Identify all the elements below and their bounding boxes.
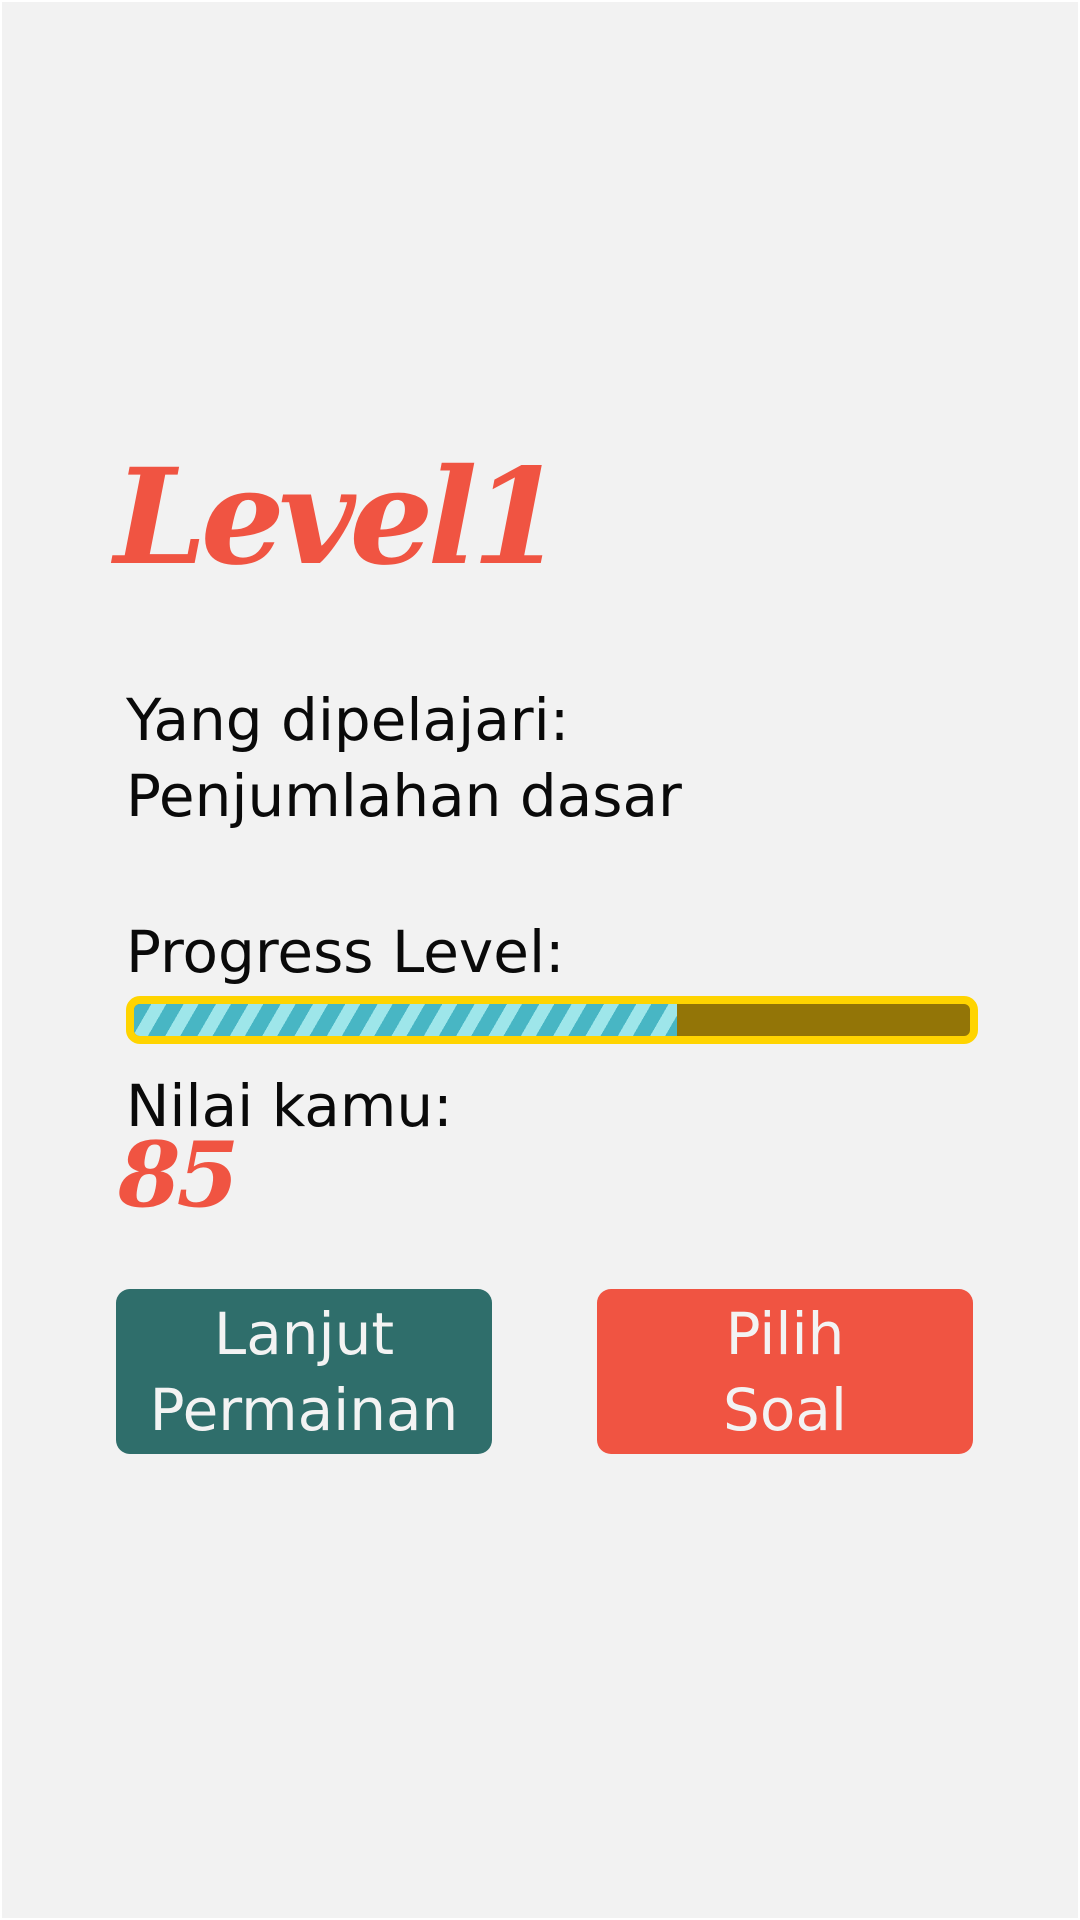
choose-button-line-2: Soal [723, 1375, 847, 1444]
learned-label: Yang dipelajari: [126, 686, 570, 754]
continue-button-line-1: Lanjut [213, 1299, 395, 1368]
level-progress-bar [126, 996, 978, 1044]
learned-value: Penjumlahan dasar [126, 762, 682, 830]
choose-button-line-1: Pilih [725, 1299, 845, 1368]
progress-label: Progress Level: [126, 918, 565, 986]
level-title: Level1 [114, 440, 563, 595]
score-value: 85 [118, 1122, 239, 1228]
level-summary-screen: Level1 Yang dipelajari: Penjumlahan dasa… [0, 0, 1080, 1920]
continue-game-button[interactable]: Lanjut Permainan [116, 1289, 492, 1454]
continue-button-line-2: Permainan [149, 1375, 459, 1444]
level-progress-fill [134, 1004, 678, 1036]
choose-question-button[interactable]: Pilih Soal [597, 1289, 973, 1454]
